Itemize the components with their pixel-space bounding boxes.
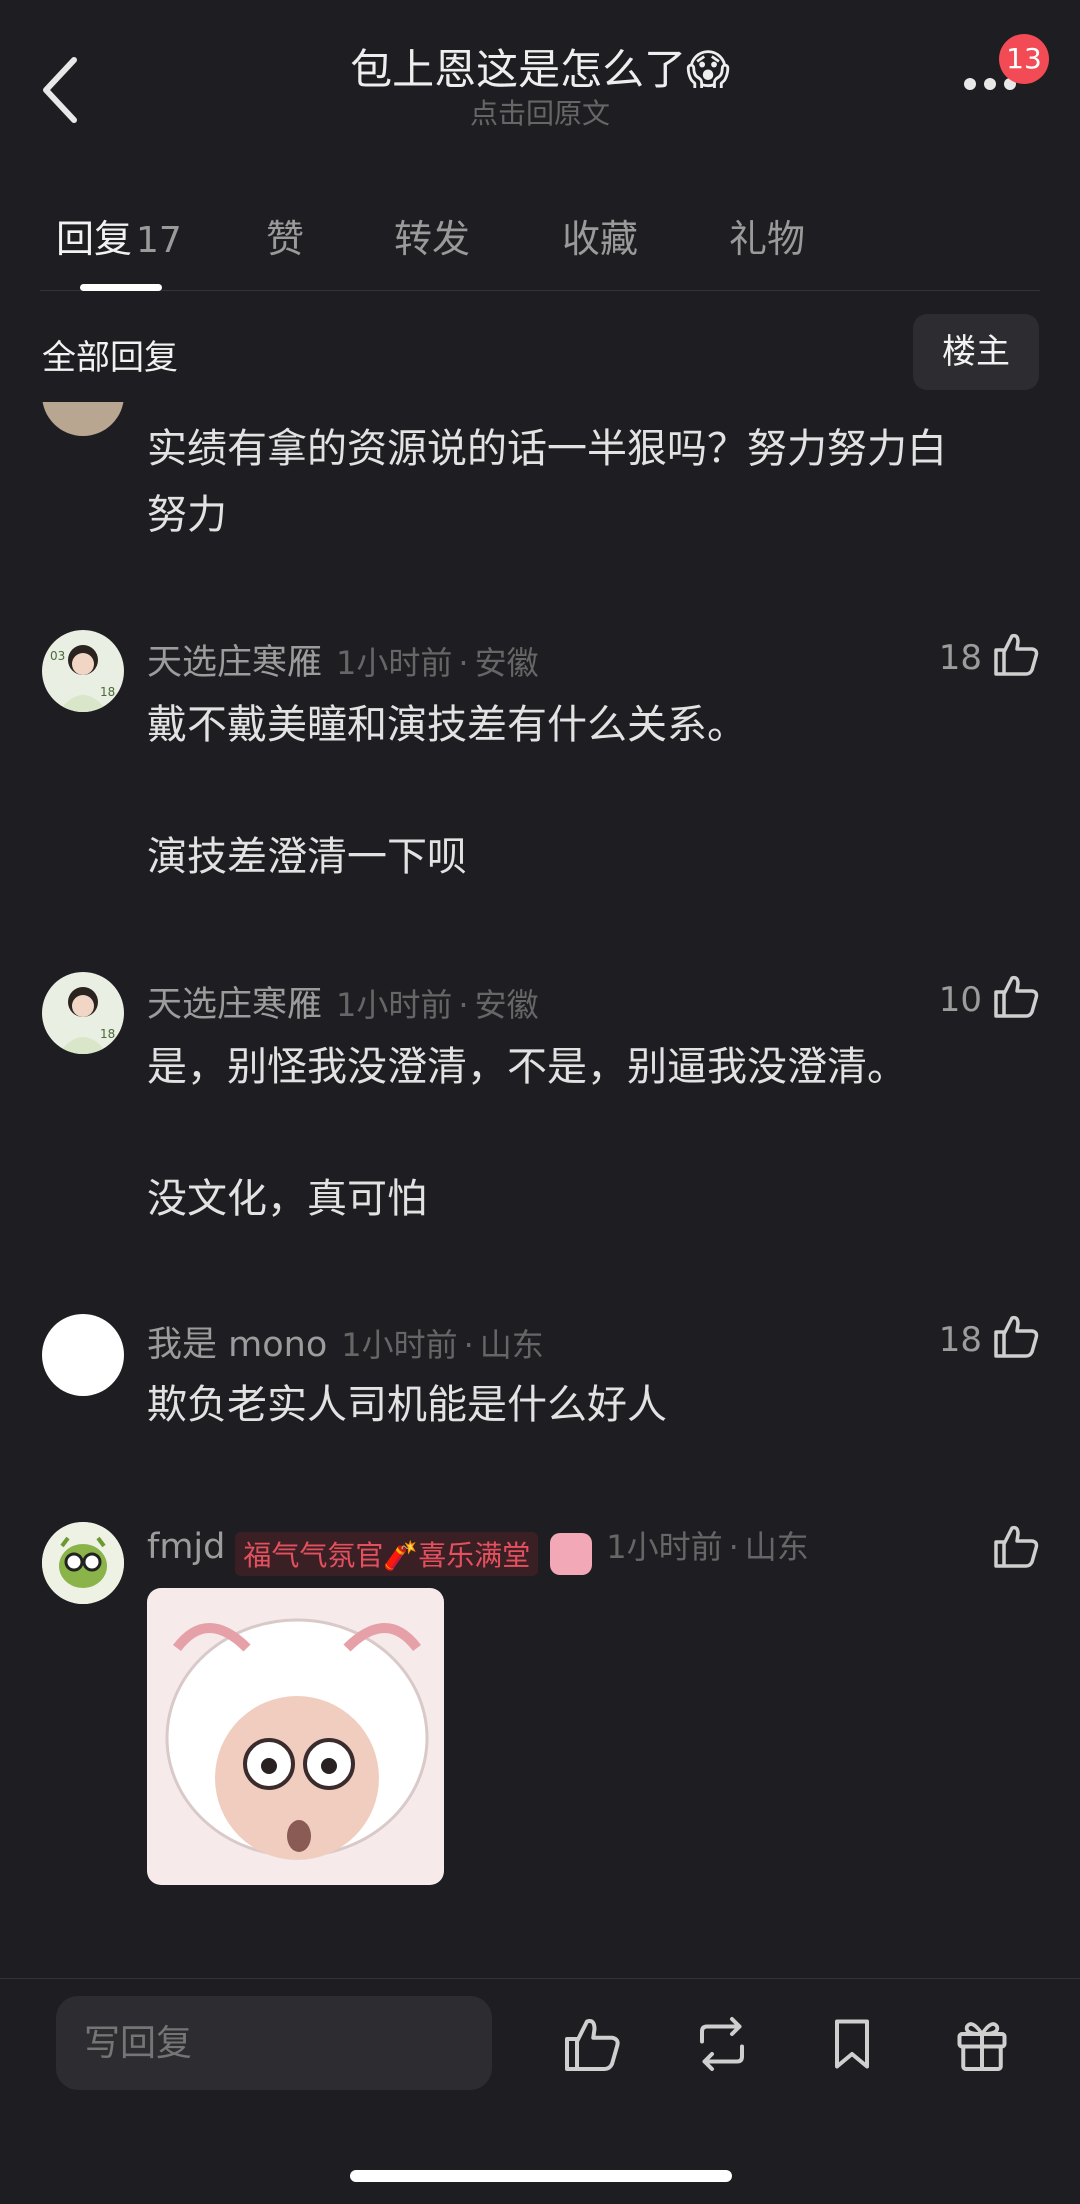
like-count: 10	[938, 980, 982, 1020]
tab-likes[interactable]: 赞	[266, 208, 304, 263]
avatar[interactable]: 03 18	[42, 630, 124, 712]
notification-badge: 13	[999, 34, 1049, 84]
comment-header: 天选庄寒雁 1小时前 · 安徽	[147, 634, 927, 685]
comment-location: 安徽	[474, 986, 539, 1024]
comment-time: 1小时前	[336, 644, 453, 682]
thumbs-up-icon[interactable]	[562, 2014, 622, 2074]
view-original-link[interactable]: 点击回原文	[0, 92, 1080, 132]
separator-dot: ·	[463, 1326, 474, 1364]
username[interactable]: 我是 mono	[147, 1325, 327, 1365]
comment-header: fmjd 福气气氛官🧨喜乐满堂 1小时前 · 山东	[147, 1522, 927, 1576]
like-count: 18	[938, 1320, 982, 1360]
svg-text:18: 18	[100, 685, 115, 699]
gift-icon[interactable]	[952, 2014, 1012, 2074]
username[interactable]: 天选庄寒雁	[147, 985, 322, 1025]
fan-medal-badge[interactable]: 福气气氛官🧨喜乐满堂	[235, 1531, 539, 1576]
avatar[interactable]: 18	[42, 972, 124, 1054]
thumbs-up-icon	[994, 975, 1039, 1018]
post-title[interactable]: 包上恩这是怎么了😱	[0, 36, 1080, 97]
username[interactable]: fmjd	[147, 1527, 225, 1567]
avatar[interactable]	[42, 1522, 124, 1604]
svg-text:18: 18	[100, 1027, 115, 1041]
like-button[interactable]: 10	[938, 972, 1040, 1024]
scream-emoji: 😱	[686, 45, 730, 94]
active-tab-indicator	[80, 284, 162, 291]
tab-divider	[40, 290, 1040, 291]
thumbs-up-icon	[994, 1525, 1039, 1568]
reply-count: 17	[136, 220, 182, 261]
comment-image-sticker[interactable]	[147, 1588, 444, 1885]
separator-dot: ·	[458, 986, 469, 1024]
comment-text: 是，别怪我没澄清，不是，别逼我没澄清。 没文化，真可怕	[147, 1044, 907, 1222]
separator-dot: ·	[728, 1528, 739, 1566]
tab-favorites[interactable]: 收藏	[562, 208, 638, 263]
home-indicator	[350, 2170, 732, 2182]
comment-location: 山东	[744, 1528, 809, 1566]
comment-location: 山东	[479, 1326, 544, 1364]
all-replies-filter[interactable]: 全部回复	[42, 330, 178, 379]
comment-header: 我是 mono 1小时前 · 山东	[147, 1316, 927, 1367]
svg-text:03: 03	[50, 649, 65, 663]
comment-text: 欺负老实人司机能是什么好人	[147, 1382, 667, 1428]
like-button[interactable]: 18	[938, 630, 1040, 682]
comment-time: 1小时前	[336, 986, 453, 1024]
comment-time: 1小时前	[606, 1528, 723, 1566]
avatar[interactable]	[42, 1314, 124, 1396]
tab-gifts[interactable]: 礼物	[729, 208, 805, 263]
username[interactable]: 天选庄寒雁	[147, 643, 322, 683]
thumbs-up-icon	[994, 633, 1039, 676]
bottom-divider	[0, 1978, 1080, 1979]
bookmark-icon[interactable]	[822, 2014, 882, 2074]
reply-input[interactable]	[56, 1996, 492, 2090]
like-count: 18	[938, 638, 982, 678]
comment-location: 安徽	[474, 644, 539, 682]
pig-badge-icon	[550, 1532, 593, 1575]
tab-reposts[interactable]: 转发	[394, 208, 470, 263]
like-button[interactable]: 18	[938, 1312, 1040, 1364]
separator-dot: ·	[458, 644, 469, 682]
like-button[interactable]	[992, 1522, 1040, 1574]
comment-time: 1小时前	[341, 1326, 458, 1364]
comment-text: 戴不戴美瞳和演技差有什么关系。 演技差澄清一下呗	[147, 702, 747, 880]
comment-text: 实绩有拿的资源说的话一半狠吗？努力努力白 努力	[147, 426, 947, 538]
thumbs-up-icon	[994, 1315, 1039, 1358]
repost-icon[interactable]	[692, 2014, 752, 2074]
op-only-button[interactable]: 楼主	[913, 314, 1039, 390]
comment-header: 天选庄寒雁 1小时前 · 安徽	[147, 976, 927, 1027]
tab-replies[interactable]: 回复 17	[56, 208, 182, 263]
